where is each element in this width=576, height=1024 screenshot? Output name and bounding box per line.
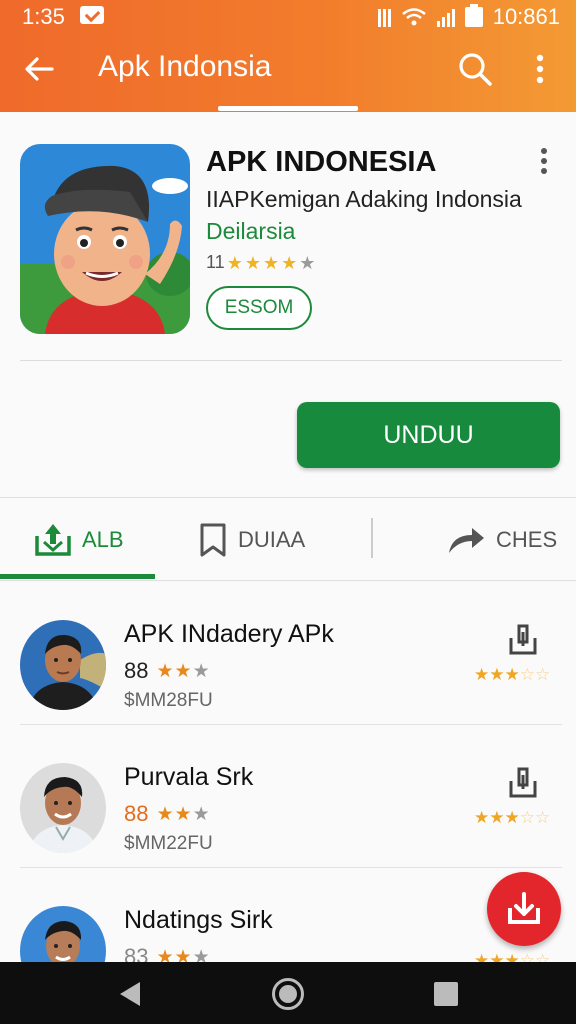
star-icon: ★: [474, 665, 490, 684]
battery-icon: [464, 4, 483, 27]
download-icon: [508, 892, 540, 924]
star-icon: ★: [262, 252, 280, 273]
share-icon: [449, 528, 484, 553]
status-time: 1:35: [22, 4, 65, 29]
download-lock-icon[interactable]: [508, 765, 538, 799]
app-subtitle: IIAPKemigan Adaking Indonsia: [206, 186, 522, 212]
header: 1:35 10:861 Apk Indonsia: [0, 0, 576, 112]
star-icon: ★: [474, 808, 490, 827]
star-icon: ☆: [519, 951, 535, 962]
star-icon: ☆: [535, 665, 551, 684]
wifi-icon: [401, 8, 426, 26]
tab-label: ALB: [82, 527, 124, 552]
score-number: 88: [124, 801, 149, 826]
category-chip[interactable]: ESSOM: [206, 286, 312, 330]
bookmark-icon: [200, 523, 226, 557]
star-icon: ★: [192, 803, 210, 825]
star-icon: ★: [156, 803, 174, 825]
item-price: $MM28FU: [124, 690, 213, 711]
app-bar: Apk Indonsia: [0, 34, 576, 104]
divider: [20, 360, 562, 361]
star-icon: ★: [244, 252, 261, 273]
install-tray-icon: [35, 524, 71, 556]
avatar: [20, 763, 106, 853]
star-icon: ★: [504, 808, 520, 827]
download-fab[interactable]: [487, 872, 561, 946]
star-icon: ★: [489, 665, 505, 684]
star-icon: ★: [192, 660, 210, 682]
status-bar: 1:35 10:861: [0, 0, 576, 34]
app-developer[interactable]: Deilarsia: [206, 218, 295, 245]
item-price: $MM22FU: [124, 833, 213, 854]
star-icon: ★: [156, 660, 174, 682]
item-score: 88 ★ ★ ★: [124, 801, 210, 827]
star-icon: ★: [474, 951, 490, 962]
star-icon: ★: [192, 946, 210, 963]
tab-alb[interactable]: ALB: [34, 518, 124, 562]
item-stars: ★ ★ ★: [156, 662, 209, 681]
star-icon: ☆: [519, 665, 535, 684]
rating-count: 11: [206, 252, 225, 272]
item-right-stars: ★ ★ ★ ☆ ☆: [474, 952, 550, 962]
tab-duiaa[interactable]: DUIAA: [198, 518, 305, 562]
score-number: 88: [124, 658, 149, 683]
vibrate-icon: [377, 7, 391, 27]
status-right: 10:861: [377, 4, 560, 30]
app-rating: 11 ★ ★ ★ ★ ★: [206, 252, 315, 273]
back-arrow-icon[interactable]: [22, 52, 56, 86]
star-icon: ☆: [535, 808, 551, 827]
star-icon: ★: [489, 808, 505, 827]
tab-label: CHES: [496, 527, 558, 552]
more-vert-icon[interactable]: [528, 50, 552, 88]
star-icon: ★: [174, 946, 192, 963]
item-stars: ★ ★ ★: [156, 948, 209, 963]
app-more-icon[interactable]: [536, 146, 552, 176]
item-stars: ★ ★ ★: [156, 805, 209, 824]
signal-icon: [436, 7, 455, 27]
tab-separator: [371, 518, 373, 558]
star-icon: ★: [489, 951, 505, 962]
item-score: 83 ★ ★ ★: [124, 944, 210, 962]
nav-home-icon[interactable]: [272, 978, 304, 1010]
active-tab-underline: [0, 574, 155, 579]
tab-bar: ALB DUIAA CHES: [0, 497, 576, 581]
install-button[interactable]: UNDUU: [297, 402, 560, 468]
star-icon: ★: [504, 665, 520, 684]
star-icon: ★: [174, 803, 192, 825]
page-title: Apk Indonsia: [98, 50, 272, 83]
tab-ches[interactable]: CHES: [446, 518, 557, 562]
search-icon[interactable]: [456, 50, 494, 88]
nav-recents-icon[interactable]: [434, 982, 458, 1006]
header-indicator: [218, 106, 358, 111]
app-name: APK INDONESIA: [206, 146, 437, 178]
list-item[interactable]: APK INdadery APk 88 ★ ★ ★ $MM28FU ★ ★ ★ …: [0, 582, 576, 725]
system-nav-bar: [0, 962, 576, 1024]
app-icon[interactable]: [20, 144, 190, 334]
item-name: Ndatings Sirk: [124, 906, 273, 934]
star-icon: ☆: [535, 951, 551, 962]
item-name: Purvala Srk: [124, 763, 254, 791]
item-right-stars: ★ ★ ★ ☆ ☆: [474, 809, 550, 826]
notification-icon: [80, 6, 104, 24]
star-icon: ★: [174, 660, 192, 682]
list-item[interactable]: Purvala Srk 88 ★ ★ ★ $MM22FU ★ ★ ★ ☆ ☆: [0, 725, 576, 868]
status-clock: 10:861: [492, 4, 560, 29]
nav-back-icon[interactable]: [118, 980, 142, 1008]
avatar: [20, 906, 106, 962]
star-icon: ★: [226, 252, 243, 273]
avatar: [20, 620, 106, 710]
item-name: APK INdadery APk: [124, 620, 334, 648]
star-icon: ★: [156, 946, 174, 963]
star-icon: ★: [281, 252, 298, 273]
star-icon: ★: [504, 951, 520, 962]
star-icon: ★: [299, 252, 316, 273]
item-score: 88 ★ ★ ★: [124, 658, 210, 684]
item-right-stars: ★ ★ ★ ☆ ☆: [474, 666, 550, 683]
tab-label: DUIAA: [238, 527, 306, 552]
app-card: APK INDONESIA IIAPKemigan Adaking Indons…: [0, 112, 576, 497]
star-icon: ☆: [519, 808, 535, 827]
download-lock-icon[interactable]: [508, 622, 538, 656]
score-number: 83: [124, 944, 149, 962]
